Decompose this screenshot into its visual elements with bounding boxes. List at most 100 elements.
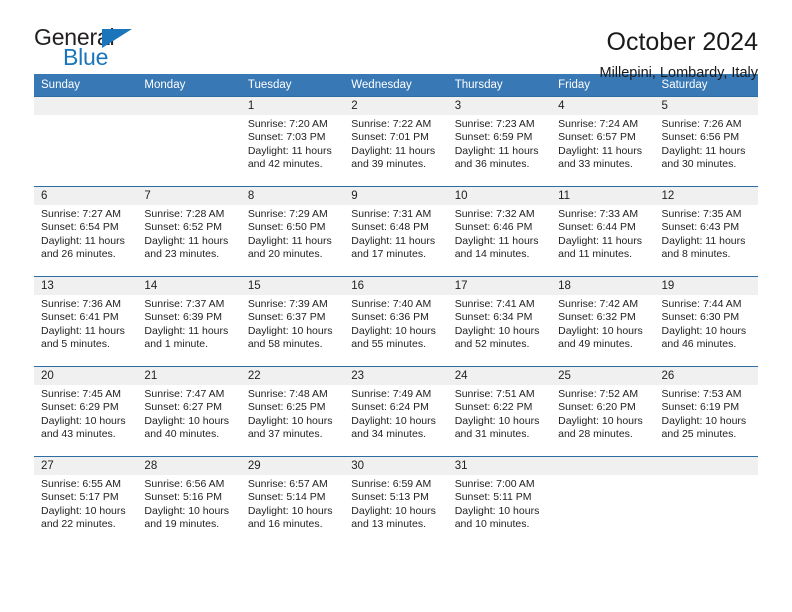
day-number: 8 — [240, 187, 345, 205]
day-number: 5 — [654, 97, 758, 115]
sunrise-text: Sunrise: 6:55 AM — [41, 478, 121, 490]
sunrise-text: Sunrise: 7:23 AM — [454, 118, 535, 130]
day-info: Sunrise: 7:29 AM Sunset: 6:50 PM Daylight:… — [241, 205, 344, 262]
calendar-cell-day-9[interactable]: 9 Sunrise: 7:31 AM Sunset: 6:48 PM Daylight… — [344, 186, 448, 277]
calendar-cell-day-8[interactable]: 8 Sunrise: 7:29 AM Sunset: 6:50 PM Daylight… — [240, 186, 345, 277]
sunset-text: Sunset: 6:56 PM — [661, 131, 740, 144]
day-number: 12 — [654, 187, 758, 205]
sunset-text: Sunset: 6:52 PM — [144, 221, 223, 234]
calendar-cell-day-3[interactable]: 3 Sunrise: 7:23 AM Sunset: 6:59 PM Daylight… — [447, 96, 552, 187]
page-title: October 2024 — [606, 28, 759, 56]
sunset-text: Sunset: 5:16 PM — [144, 491, 223, 504]
day-number: 27 — [34, 457, 138, 475]
day-number: 4 — [551, 97, 655, 115]
daylight-text: Daylight: 10 hours and 16 minutes. — [247, 504, 333, 531]
calendar-body: 1 Sunrise: 7:20 AM Sunset: 7:03 PM Daylight… — [34, 96, 758, 547]
calendar-cell-day-26[interactable]: 26 Sunrise: 7:53 AM Sunset: 6:19 PM Dayligh… — [654, 366, 758, 457]
calendar-page: General Blue October 2024 Millepini, Lom… — [0, 0, 792, 612]
daylight-text: Daylight: 11 hours and 23 minutes. — [144, 234, 229, 261]
daylight-text: Daylight: 11 hours and 33 minutes. — [558, 144, 642, 171]
calendar-cell-day-31[interactable]: 31 Sunrise: 7:00 AM Sunset: 5:11 PM Dayligh… — [447, 456, 552, 547]
day-info: Sunrise: 6:56 AM Sunset: 5:16 PM Daylight:… — [137, 475, 240, 532]
daylight-text: Daylight: 10 hours and 13 minutes. — [351, 504, 436, 531]
calendar-cell-day-28[interactable]: 28 Sunrise: 6:56 AM Sunset: 5:16 PM Dayligh… — [137, 456, 241, 547]
general-blue-logo[interactable]: General Blue — [34, 26, 154, 72]
calendar-cell-day-4[interactable]: 4 Sunrise: 7:24 AM Sunset: 6:57 PM Daylight… — [551, 96, 655, 187]
logo-text-blue: Blue — [63, 44, 109, 70]
calendar-cell-day-30[interactable]: 30 Sunrise: 6:59 AM Sunset: 5:13 PM Dayligh… — [344, 456, 448, 547]
day-info: Sunrise: 7:00 AM Sunset: 5:11 PM Daylight:… — [448, 475, 551, 532]
calendar-cell-empty — [34, 96, 138, 187]
calendar-cell-day-18[interactable]: 18 Sunrise: 7:42 AM Sunset: 6:32 PM Dayligh… — [551, 276, 655, 367]
calendar-cell-day-6[interactable]: 6 Sunrise: 7:27 AM Sunset: 6:54 PM Daylight… — [34, 186, 138, 277]
daylight-text: Daylight: 11 hours and 36 minutes. — [454, 144, 539, 171]
day-info: Sunrise: 7:45 AM Sunset: 6:29 PM Daylight:… — [34, 385, 137, 442]
sunrise-text: Sunrise: 7:20 AM — [247, 118, 328, 130]
daylight-text: Daylight: 10 hours and 58 minutes. — [247, 324, 333, 351]
calendar-cell-day-29[interactable]: 29 Sunrise: 6:57 AM Sunset: 5:14 PM Dayligh… — [240, 456, 345, 547]
day-number: 16 — [344, 277, 448, 295]
calendar-cell-day-17[interactable]: 17 Sunrise: 7:41 AM Sunset: 6:34 PM Dayligh… — [447, 276, 552, 367]
calendar-cell-day-1[interactable]: 1 Sunrise: 7:20 AM Sunset: 7:03 PM Daylight… — [240, 96, 345, 187]
calendar-cell-day-21[interactable]: 21 Sunrise: 7:47 AM Sunset: 6:27 PM Dayligh… — [137, 366, 241, 457]
sunrise-text: Sunrise: 7:42 AM — [558, 298, 639, 310]
sunrise-text: Sunrise: 7:41 AM — [454, 298, 535, 310]
sunset-text: Sunset: 6:24 PM — [351, 401, 429, 414]
sunrise-text: Sunrise: 7:35 AM — [661, 208, 742, 220]
calendar-cell-day-13[interactable]: 13 Sunrise: 7:36 AM Sunset: 6:41 PM Dayligh… — [34, 276, 138, 367]
sunrise-text: Sunrise: 7:26 AM — [661, 118, 742, 130]
sunrise-text: Sunrise: 7:27 AM — [41, 208, 121, 220]
calendar-cell-day-19[interactable]: 19 Sunrise: 7:44 AM Sunset: 6:30 PM Dayligh… — [654, 276, 758, 367]
calendar-cell-day-20[interactable]: 20 Sunrise: 7:45 AM Sunset: 6:29 PM Dayligh… — [34, 366, 138, 457]
weekday-header-wednesday: Wednesday — [344, 74, 448, 97]
sunset-text: Sunset: 6:19 PM — [661, 401, 740, 414]
calendar-cell-day-7[interactable]: 7 Sunrise: 7:28 AM Sunset: 6:52 PM Daylight… — [137, 186, 241, 277]
daylight-text: Daylight: 11 hours and 20 minutes. — [247, 234, 332, 261]
day-number: 28 — [137, 457, 241, 475]
day-number: 29 — [240, 457, 345, 475]
day-info: Sunrise: 7:22 AM Sunset: 7:01 PM Daylight:… — [344, 115, 447, 172]
sunrise-text: Sunrise: 7:51 AM — [454, 388, 535, 400]
calendar-cell-empty — [551, 456, 655, 547]
sunrise-text: Sunrise: 7:32 AM — [454, 208, 535, 220]
sunset-text: Sunset: 6:43 PM — [661, 221, 740, 234]
sunset-text: Sunset: 6:59 PM — [454, 131, 533, 144]
sunset-text: Sunset: 7:03 PM — [247, 131, 326, 144]
calendar-cell-day-22[interactable]: 22 Sunrise: 7:48 AM Sunset: 6:25 PM Dayligh… — [240, 366, 345, 457]
day-info: Sunrise: 7:31 AM Sunset: 6:48 PM Daylight:… — [344, 205, 447, 262]
calendar-cell-day-14[interactable]: 14 Sunrise: 7:37 AM Sunset: 6:39 PM Dayligh… — [137, 276, 241, 367]
calendar-cell-day-23[interactable]: 23 Sunrise: 7:49 AM Sunset: 6:24 PM Dayligh… — [344, 366, 448, 457]
sunset-text: Sunset: 6:30 PM — [661, 311, 740, 324]
calendar-cell-day-16[interactable]: 16 Sunrise: 7:40 AM Sunset: 6:36 PM Dayligh… — [344, 276, 448, 367]
daylight-text: Daylight: 11 hours and 17 minutes. — [351, 234, 436, 261]
calendar-cell-day-15[interactable]: 15 Sunrise: 7:39 AM Sunset: 6:37 PM Dayligh… — [240, 276, 345, 367]
sunset-text: Sunset: 6:22 PM — [454, 401, 533, 414]
calendar-cell-day-24[interactable]: 24 Sunrise: 7:51 AM Sunset: 6:22 PM Dayligh… — [447, 366, 552, 457]
calendar-cell-day-25[interactable]: 25 Sunrise: 7:52 AM Sunset: 6:20 PM Dayligh… — [551, 366, 655, 457]
calendar-cell-day-10[interactable]: 10 Sunrise: 7:32 AM Sunset: 6:46 PM Dayligh… — [447, 186, 552, 277]
day-info: Sunrise: 7:37 AM Sunset: 6:39 PM Daylight:… — [137, 295, 240, 352]
day-info: Sunrise: 7:32 AM Sunset: 6:46 PM Daylight:… — [448, 205, 551, 262]
day-info: Sunrise: 7:42 AM Sunset: 6:32 PM Daylight:… — [551, 295, 654, 352]
day-number: 23 — [344, 367, 448, 385]
day-info: Sunrise: 7:48 AM Sunset: 6:25 PM Daylight:… — [241, 385, 344, 442]
day-number — [551, 457, 655, 475]
daylight-text: Daylight: 10 hours and 55 minutes. — [351, 324, 436, 351]
day-number: 9 — [344, 187, 448, 205]
calendar-cell-day-27[interactable]: 27 Sunrise: 6:55 AM Sunset: 5:17 PM Dayligh… — [34, 456, 138, 547]
sunrise-text: Sunrise: 7:52 AM — [558, 388, 639, 400]
daylight-text: Daylight: 10 hours and 34 minutes. — [351, 414, 436, 441]
calendar-cell-day-12[interactable]: 12 Sunrise: 7:35 AM Sunset: 6:43 PM Dayligh… — [654, 186, 758, 277]
calendar-cell-day-2[interactable]: 2 Sunrise: 7:22 AM Sunset: 7:01 PM Daylight… — [344, 96, 448, 187]
sunrise-text: Sunrise: 7:48 AM — [247, 388, 328, 400]
daylight-text: Daylight: 11 hours and 8 minutes. — [661, 234, 746, 261]
sunset-text: Sunset: 5:14 PM — [247, 491, 326, 504]
day-number: 3 — [447, 97, 552, 115]
sunset-text: Sunset: 5:11 PM — [454, 491, 532, 504]
day-info: Sunrise: 7:40 AM Sunset: 6:36 PM Daylight:… — [344, 295, 447, 352]
title-block: October 2024 Millepini, Lombardy, Italy — [600, 26, 759, 83]
sunset-text: Sunset: 6:37 PM — [247, 311, 326, 324]
calendar-cell-day-11[interactable]: 11 Sunrise: 7:33 AM Sunset: 6:44 PM Dayligh… — [551, 186, 655, 277]
calendar-cell-day-5[interactable]: 5 Sunrise: 7:26 AM Sunset: 6:56 PM Daylight… — [654, 96, 758, 187]
day-number: 31 — [447, 457, 552, 475]
